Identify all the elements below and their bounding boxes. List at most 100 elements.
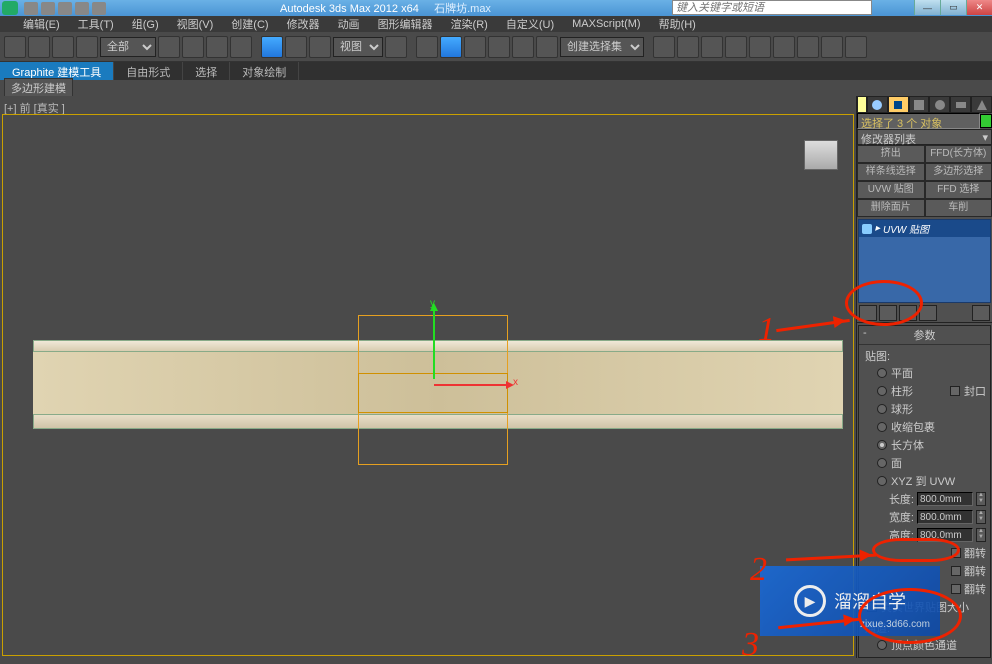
gizmo-x-axis[interactable] (434, 384, 512, 386)
window-crossing-button[interactable] (230, 36, 252, 58)
rotate-button[interactable] (285, 36, 307, 58)
menu-group[interactable]: 组(G) (123, 16, 168, 32)
manipulate-button[interactable] (416, 36, 438, 58)
modifier-list-dropdown[interactable]: 修改器列表▾ (857, 129, 992, 145)
lightbulb-icon[interactable] (862, 224, 872, 234)
make-unique-button[interactable] (899, 305, 917, 321)
v-flip-checkbox[interactable] (951, 566, 961, 576)
select-name-button[interactable] (182, 36, 204, 58)
polygon-modeling-button[interactable]: 多边形建模 (4, 78, 73, 98)
qat-redo-icon[interactable] (92, 2, 106, 15)
modifier-stack[interactable]: ▸ UVW 贴图 (858, 219, 991, 303)
mod-btn-extrude[interactable]: 挤出 (857, 145, 925, 163)
cmd-tab-display[interactable] (950, 96, 971, 113)
ribbon-tab-paint[interactable]: 对象绘制 (230, 62, 299, 80)
help-search-input[interactable] (672, 0, 872, 15)
mod-btn-ffd-sel[interactable]: FFD 选择 (925, 181, 992, 199)
pin-stack-button[interactable] (859, 305, 877, 321)
cmd-tab-lock[interactable] (857, 96, 867, 113)
schematic-view-button[interactable] (749, 36, 771, 58)
render-frame-button[interactable] (821, 36, 843, 58)
mod-btn-spline-sel[interactable]: 样条线选择 (857, 163, 925, 181)
length-spinner[interactable]: ▲▼ (976, 492, 986, 506)
minimize-button[interactable]: — (914, 0, 940, 15)
vertex-color-channel[interactable]: 顶点颜色通道 (863, 636, 986, 654)
map-type-xyz[interactable]: XYZ 到 UVW (863, 472, 986, 490)
remove-modifier-button[interactable] (919, 305, 937, 321)
ribbon-tab-selection[interactable]: 选择 (183, 62, 230, 80)
width-spinner[interactable]: ▲▼ (976, 510, 986, 524)
cmd-tab-create[interactable] (867, 96, 888, 113)
menu-custom[interactable]: 自定义(U) (497, 16, 563, 32)
map-type-box[interactable]: 长方体 (863, 436, 986, 454)
menu-tools[interactable]: 工具(T) (69, 16, 123, 32)
mod-btn-ffd-box[interactable]: FFD(长方体) (925, 145, 992, 163)
w-flip-checkbox[interactable] (951, 584, 961, 594)
height-spinner[interactable]: ▲▼ (976, 528, 986, 542)
percent-snap-button[interactable] (488, 36, 510, 58)
length-input[interactable] (917, 492, 973, 506)
move-button[interactable] (261, 36, 283, 58)
cmd-tab-utilities[interactable] (971, 96, 992, 113)
use-center-button[interactable] (385, 36, 407, 58)
cmd-tab-hierarchy[interactable] (909, 96, 930, 113)
map-type-spherical[interactable]: 球形 (863, 400, 986, 418)
cmd-tab-modify[interactable] (888, 96, 909, 113)
maximize-button[interactable]: ▭ (940, 0, 966, 15)
menu-render[interactable]: 渲染(R) (442, 16, 497, 32)
scale-button[interactable] (309, 36, 331, 58)
edit-named-sel-button[interactable] (536, 36, 558, 58)
rollout-header[interactable]: 参数 (859, 326, 990, 345)
undo-button[interactable] (4, 36, 26, 58)
height-input[interactable] (917, 528, 973, 542)
render-setup-button[interactable] (797, 36, 819, 58)
configure-sets-button[interactable] (972, 305, 990, 321)
menu-modifiers[interactable]: 修改器 (278, 16, 329, 32)
map-type-face[interactable]: 面 (863, 454, 986, 472)
map-type-planar[interactable]: 平面 (863, 364, 986, 382)
ribbon-tab-freeform[interactable]: 自由形式 (114, 62, 183, 80)
menu-views[interactable]: 视图(V) (168, 16, 223, 32)
selection-filter[interactable]: 全部 (100, 37, 156, 57)
select-button[interactable] (158, 36, 180, 58)
menu-edit[interactable]: 编辑(E) (14, 16, 69, 32)
u-flip-checkbox[interactable] (951, 548, 961, 558)
mod-btn-uvw-map[interactable]: UVW 贴图 (857, 181, 925, 199)
qat-open-icon[interactable] (41, 2, 55, 15)
mirror-button[interactable] (653, 36, 675, 58)
layers-button[interactable] (701, 36, 723, 58)
width-input[interactable] (917, 510, 973, 524)
menu-create[interactable]: 创建(C) (222, 16, 277, 32)
ref-coord-system[interactable]: 视图 (333, 37, 383, 57)
gizmo-y-axis[interactable] (433, 305, 435, 379)
snap-toggle-button[interactable] (440, 36, 462, 58)
show-end-result-button[interactable] (879, 305, 897, 321)
app-icon[interactable] (2, 1, 18, 15)
map-type-shrinkwrap[interactable]: 收缩包裹 (863, 418, 986, 436)
viewcube[interactable] (804, 140, 838, 170)
redo-button[interactable] (28, 36, 50, 58)
stack-item-uvw[interactable]: ▸ UVW 贴图 (859, 220, 990, 237)
spinner-snap-button[interactable] (512, 36, 534, 58)
render-button[interactable] (845, 36, 867, 58)
menu-animation[interactable]: 动画 (329, 16, 369, 32)
align-button[interactable] (677, 36, 699, 58)
link-button[interactable] (52, 36, 74, 58)
menu-maxscript[interactable]: MAXScript(M) (563, 18, 649, 30)
cmd-tab-motion[interactable] (929, 96, 950, 113)
mod-btn-lathe[interactable]: 车削 (925, 199, 992, 217)
plus-icon[interactable]: ▸ (875, 223, 880, 234)
angle-snap-button[interactable] (464, 36, 486, 58)
object-color-swatch[interactable] (980, 114, 992, 128)
map-type-cylindrical[interactable]: 柱形封口 (863, 382, 986, 400)
qat-new-icon[interactable] (24, 2, 38, 15)
named-selection-sets[interactable]: 创建选择集 (560, 37, 644, 57)
unlink-button[interactable] (76, 36, 98, 58)
material-editor-button[interactable] (773, 36, 795, 58)
menu-graph[interactable]: 图形编辑器 (369, 16, 442, 32)
viewport-front[interactable]: y x (2, 114, 854, 656)
mod-btn-delete-patch[interactable]: 删除面片 (857, 199, 925, 217)
mod-btn-poly-sel[interactable]: 多边形选择 (925, 163, 992, 181)
qat-undo-icon[interactable] (75, 2, 89, 15)
cap-checkbox[interactable] (950, 386, 960, 396)
